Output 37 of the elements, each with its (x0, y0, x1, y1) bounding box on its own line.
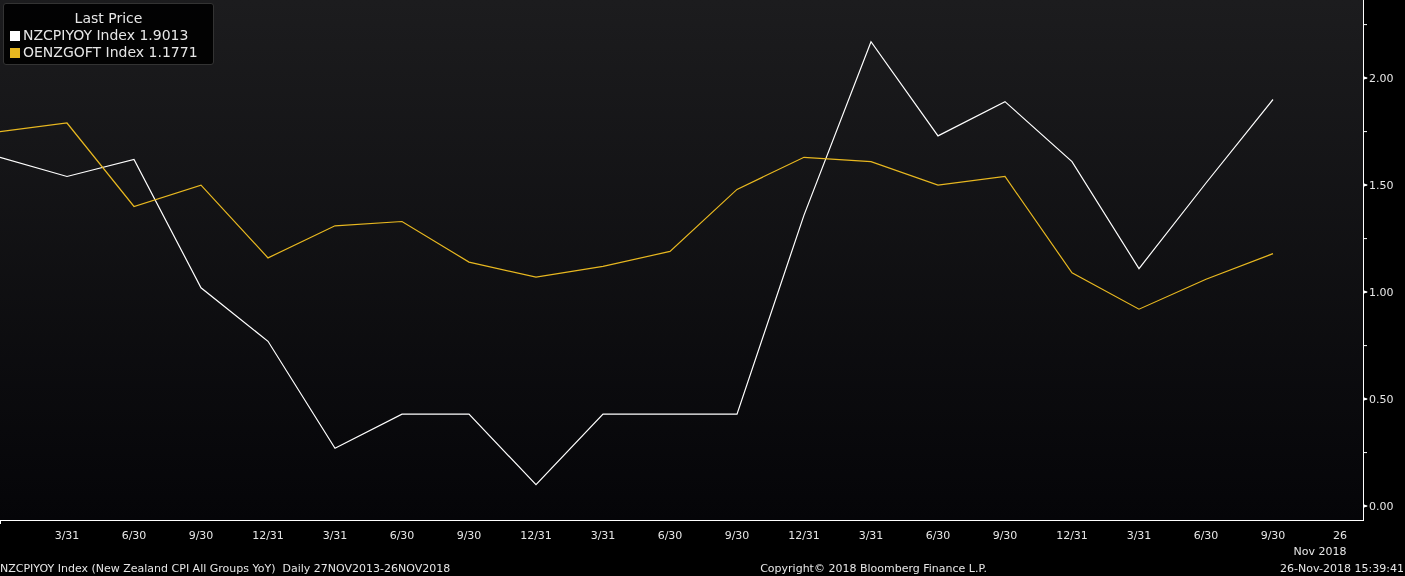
x-tick-label: 12/31 (1056, 529, 1088, 542)
x-tick-label: 6/30 (657, 529, 683, 542)
tick-mark (1363, 76, 1368, 81)
chart-description: NZCPIYOY Index (New Zealand CPI All Groups YoY) Daily 27NOV2013-26NOV2018 (0, 562, 451, 576)
x-tick-label: 6/30 (1193, 529, 1219, 542)
tick-mark (1363, 183, 1368, 188)
x-tick-label: 26 (1333, 529, 1347, 542)
x-tick-label: 9/30 (456, 529, 482, 542)
x-tick-label: 9/30 (992, 529, 1018, 542)
tick-mark (1363, 397, 1368, 402)
y-tick-label: 0.00 (1369, 500, 1394, 514)
y-tick-label: 1.50 (1369, 179, 1394, 193)
x-tick-label: 12/31 (520, 529, 552, 542)
x-tick-label: 9/30 (188, 529, 214, 542)
timestamp: 26-Nov-2018 15:39:41 (1280, 562, 1404, 576)
x-tick-label: 3/31 (858, 529, 884, 542)
x-tick-label: 12/31 (788, 529, 820, 542)
tick-mark (1363, 290, 1368, 295)
legend-title: Last Price (74, 10, 143, 27)
legend-label: NZCPIYOY Index 1.9013 (23, 27, 189, 44)
x-tick-label: 3/31 (322, 529, 348, 542)
legend-label: OENZGOFT Index 1.1771 (23, 44, 198, 61)
x-tick-label: 6/30 (925, 529, 951, 542)
y-tick-label: 0.50 (1369, 393, 1394, 407)
x-tick-label: 3/31 (1126, 529, 1152, 542)
y-tick-label: 1.00 (1369, 286, 1394, 300)
x-tick-label: 9/30 (1260, 529, 1286, 542)
copyright-text: Copyright© 2018 Bloomberg Finance L.P. (760, 562, 987, 576)
x-tick-label: 9/30 (724, 529, 750, 542)
tick-mark (1363, 504, 1368, 509)
y-tick-label: 2.00 (1369, 72, 1394, 86)
x-tick-label: 3/31 (54, 529, 80, 542)
x-axis-label: Nov 2018 (1293, 545, 1347, 558)
x-tick-label: 6/30 (389, 529, 415, 542)
x-tick-label: 6/30 (121, 529, 147, 542)
x-tick-label: 3/31 (590, 529, 616, 542)
x-tick-label: 12/31 (252, 529, 284, 542)
